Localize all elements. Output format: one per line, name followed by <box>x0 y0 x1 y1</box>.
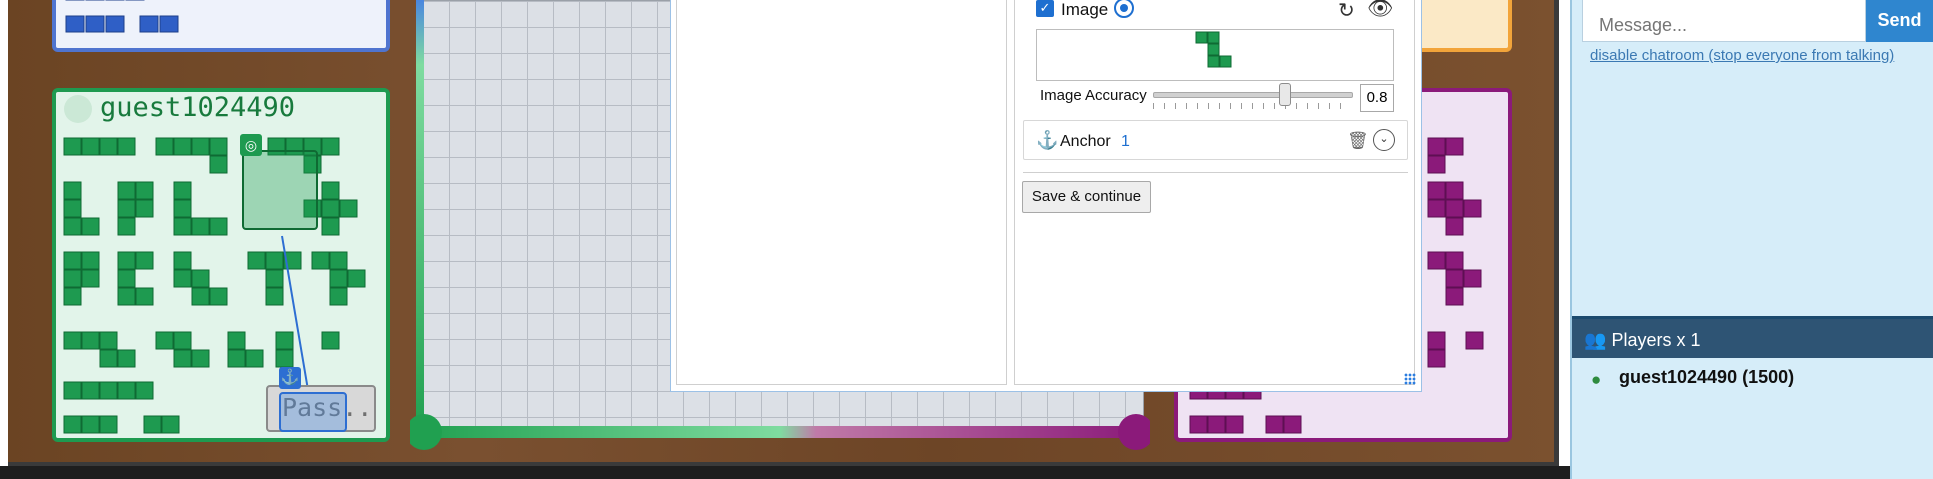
player-entry[interactable]: guest1024490 (1500) <box>1619 367 1794 388</box>
orange-player-panel <box>1410 0 1512 52</box>
pass-anchor-overlay[interactable] <box>279 392 347 432</box>
preview-piece <box>1192 30 1242 78</box>
blue-player-panel <box>52 0 390 52</box>
blue-pieces <box>65 0 179 33</box>
send-button[interactable]: Send <box>1866 0 1933 42</box>
anchor-label: Anchor <box>1060 133 1111 150</box>
image-label: Image <box>1061 0 1109 19</box>
divider <box>1023 172 1408 173</box>
player-name: guest1024490 <box>100 92 296 123</box>
disable-chatroom-link[interactable]: disable chatroom (stop everyone from tal… <box>1590 47 1894 64</box>
avatar <box>64 95 92 123</box>
image-accuracy-label: Image Accuracy <box>1040 87 1147 104</box>
trash-icon[interactable]: 🗑 <box>1347 131 1369 151</box>
selected-piece-highlight[interactable] <box>242 150 318 230</box>
anchor-value: 1 <box>1121 133 1130 150</box>
save-continue-button[interactable]: Save & continue <box>1022 181 1151 213</box>
players-header: 👥 Players x 1 <box>1572 316 1933 358</box>
chat-sidebar <box>1570 0 1933 479</box>
accuracy-value-input[interactable]: 0.8 <box>1360 84 1394 112</box>
players-header-label: Players x 1 <box>1611 330 1701 350</box>
users-icon: 👥 <box>1584 330 1607 350</box>
chevron-down-icon[interactable]: ⌄ <box>1373 129 1395 151</box>
accuracy-slider-track[interactable] <box>1153 92 1353 98</box>
refresh-icon[interactable]: ↻ <box>1338 0 1355 23</box>
dialog-left-pane <box>676 0 1007 385</box>
target-badge-icon: ◎ <box>240 134 262 156</box>
image-preview <box>1036 29 1394 81</box>
user-icon: ● <box>1591 370 1602 389</box>
resize-grip[interactable] <box>1404 373 1416 385</box>
image-checkbox[interactable]: ✓ <box>1036 0 1054 17</box>
accuracy-slider-ticks <box>1153 103 1351 109</box>
accuracy-slider-handle[interactable] <box>1279 83 1291 106</box>
message-input[interactable] <box>1582 0 1866 42</box>
anchor-badge-icon: ⚓ <box>279 367 301 389</box>
anchor-icon: ⚓ <box>1036 130 1059 150</box>
eye-icon[interactable]: 👁 <box>1367 0 1394 21</box>
taskbar <box>0 466 1570 479</box>
